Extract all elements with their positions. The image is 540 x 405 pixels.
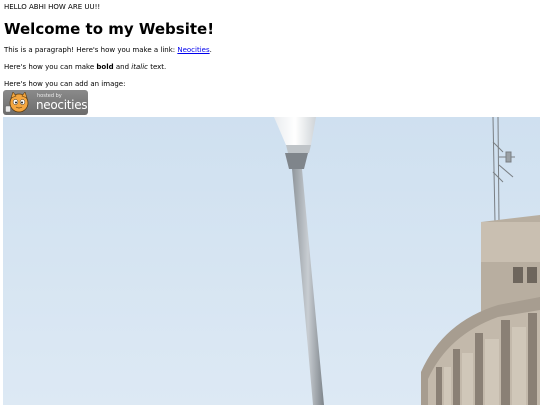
paragraph-format-start: Here's how you can make [4, 63, 97, 71]
badge-brand: neocities [36, 98, 88, 112]
website-photo [3, 117, 540, 405]
paragraph-format-middle: and [113, 63, 132, 71]
page-content: HELLO ABHI HOW ARE UU!! Welcome to my We… [4, 0, 540, 97]
neocities-cat-icon [5, 92, 29, 113]
paragraph-link-end: . [209, 46, 212, 54]
italic-text: italic [131, 63, 148, 71]
paragraph-format: Here's how you can make bold and italic … [4, 63, 540, 72]
greeting-text: HELLO ABHI HOW ARE UU!! [4, 3, 101, 11]
paragraph-image: Here's how you can add an image: [4, 80, 126, 88]
paragraph-format-end: text. [147, 63, 167, 71]
photo-scene [3, 117, 540, 405]
paragraph-link-text: This is a paragraph! Here's how you make… [4, 46, 178, 54]
neocities-link[interactable]: Neocities [177, 46, 209, 54]
paragraph-link: This is a paragraph! Here's how you make… [4, 46, 540, 55]
neocities-badge[interactable]: hosted by neocities [3, 90, 88, 115]
page-title: Welcome to my Website! [4, 20, 215, 38]
bold-text: bold [96, 63, 114, 71]
